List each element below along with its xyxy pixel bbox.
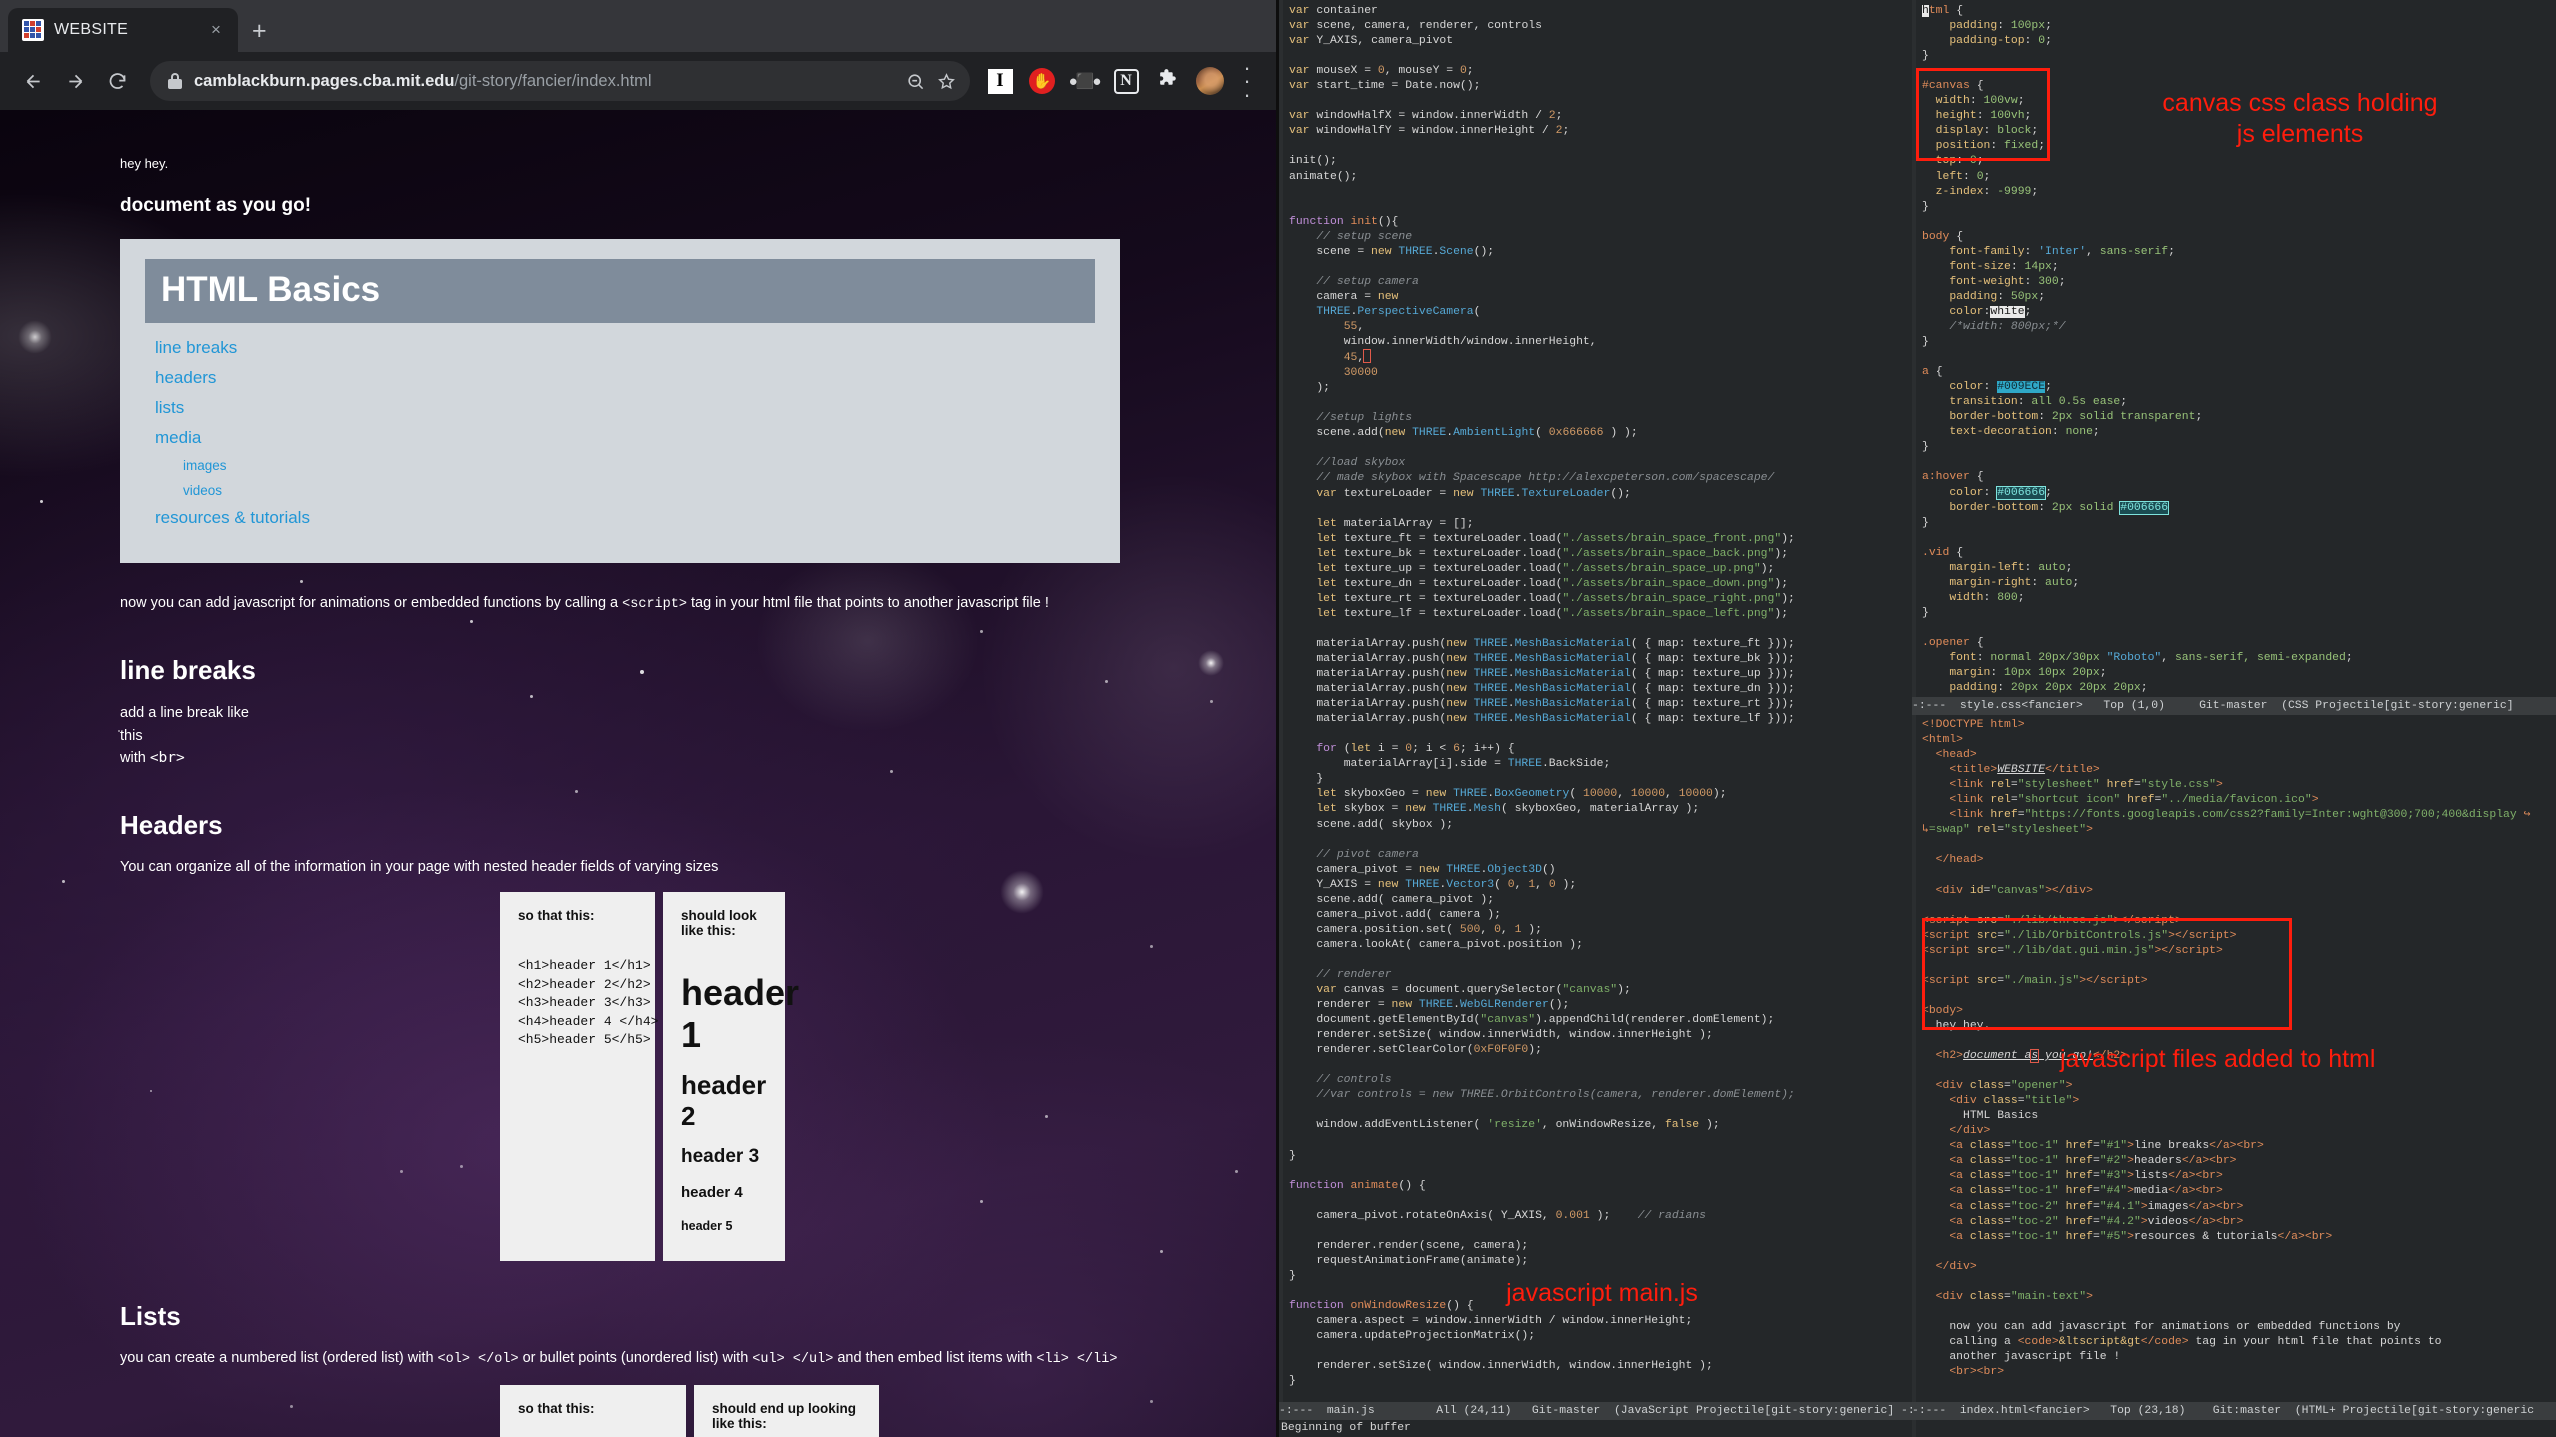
tab-strip: WEBSITE × + — [0, 0, 1276, 52]
star-icon[interactable] — [937, 72, 956, 91]
back-icon[interactable] — [14, 62, 52, 100]
puzzle-glyph — [1156, 66, 1181, 96]
toc-link-images[interactable]: images — [145, 453, 1095, 478]
tab-title: WEBSITE — [54, 21, 194, 39]
stop-hand-glyph: ✋ — [1029, 68, 1055, 94]
url-text: camblackburn.pages.cba.mit.edu/git-story… — [194, 72, 894, 91]
extensions-puzzle-icon[interactable] — [1148, 61, 1188, 101]
notion-glyph: N — [1114, 69, 1139, 94]
url-path: /git-story/fancier/index.html — [454, 72, 651, 90]
lists-body-mid: or bullet points (unordered list) with — [519, 1350, 753, 1366]
browser-toolbar: camblackburn.pages.cba.mit.edu/git-story… — [0, 52, 1276, 110]
lists-example-row: so that this: number list <ol> <li>first… — [500, 1385, 1206, 1437]
minibuffer-mainjs: Beginning of buffer — [1279, 1420, 1912, 1437]
close-icon[interactable]: × — [204, 20, 228, 40]
intro-pre: now you can add javascript for animation… — [120, 595, 622, 611]
instapaper-glyph: I — [988, 69, 1013, 94]
forward-icon[interactable] — [56, 62, 94, 100]
hey-text: hey hey. — [120, 156, 1206, 171]
address-bar[interactable]: camblackburn.pages.cba.mit.edu/git-story… — [150, 61, 970, 101]
lb-line-3-code: <br> — [150, 750, 185, 766]
toc-link-videos[interactable]: videos — [145, 478, 1095, 503]
screen: WEBSITE × + camblackburn.pages.cba.mit.e… — [0, 0, 2556, 1437]
modeline-mainjs: -:--- main.js All (24,11) Git-master (Ja… — [1279, 1402, 1912, 1420]
mainjs-code[interactable]: var container var scene, camera, rendere… — [1279, 4, 1912, 1389]
lists-code-li: <li> </li> — [1036, 1352, 1117, 1367]
heading-headers: Headers — [120, 810, 1206, 841]
annotation-javascript-files: javascript files added to html — [2060, 1044, 2520, 1075]
lists-body: you can create a numbered list (ordered … — [120, 1348, 1206, 1370]
intro-code: <script> — [622, 597, 687, 612]
browser-tab[interactable]: WEBSITE × — [8, 8, 238, 52]
glasses-extension-icon[interactable]: ●⬛● — [1064, 61, 1104, 101]
notion-web-clipper-extension-icon[interactable]: N — [1106, 61, 1146, 101]
lb-line-2: this — [120, 728, 143, 744]
headers-code: <h1>header 1</h1> <h2>header 2</h2> <h3>… — [518, 957, 637, 1049]
table-of-contents-box: HTML Basics line breaks headers lists me… — [120, 239, 1120, 563]
lb-line-3-pre: with — [120, 750, 150, 766]
annotation-javascript-mainjs: javascript main.js — [1437, 1278, 1767, 1309]
rendered-h2: header 2 — [681, 1070, 767, 1132]
url-domain: camblackburn.pages.cba.mit.edu — [194, 72, 454, 90]
headers-render-label: should look like this: — [681, 908, 767, 938]
grid-favicon — [22, 19, 44, 41]
lists-code-ul: <ul> </ul> — [752, 1352, 833, 1367]
toc-link-headers[interactable]: headers — [145, 363, 1095, 393]
rendered-h3: header 3 — [681, 1146, 767, 1168]
lists-body-pre: you can create a numbered list (ordered … — [120, 1350, 438, 1366]
modeline-stylecss: -:--- style.css<fancier> Top (1,0) Git-m… — [1912, 697, 2556, 715]
profile-avatar[interactable] — [1190, 61, 1230, 101]
modeline-indexhtml: -:--- index.html<fancier> Top (23,18) Gi… — [1912, 1402, 2556, 1420]
ublock-stop-extension-icon[interactable]: ✋ — [1022, 61, 1062, 101]
toc-link-line-breaks[interactable]: line breaks — [145, 333, 1095, 363]
new-tab-button[interactable]: + — [252, 19, 267, 44]
headers-example-row: so that this: <h1>header 1</h1> <h2>head… — [500, 892, 1206, 1261]
toc-link-resources[interactable]: resources & tutorials — [145, 503, 1095, 533]
toc-link-lists[interactable]: lists — [145, 393, 1095, 423]
rendered-h4: header 4 — [681, 1184, 767, 1201]
editor-pane-mainjs[interactable]: var container var scene, camera, rendere… — [1276, 0, 1912, 1437]
glasses-glyph: ●⬛● — [1071, 68, 1097, 94]
instapaper-extension-icon[interactable]: I — [980, 61, 1020, 101]
intro-post: tag in your html file that points to ano… — [687, 595, 1049, 611]
page-content: hey hey. document as you go! HTML Basics… — [0, 110, 1276, 1437]
page-title: document as you go! — [120, 195, 1206, 217]
lists-code-box: so that this: number list <ol> <li>first… — [500, 1385, 686, 1437]
intro-paragraph: now you can add javascript for animation… — [120, 593, 1206, 615]
annotation-canvas-css: canvas css class holding js elements — [2080, 88, 2520, 151]
lb-line-1: add a line break like — [120, 705, 249, 721]
emacs-editor: var container var scene, camera, rendere… — [1276, 0, 2556, 1437]
lock-icon — [168, 73, 182, 89]
modeline-stylecss-text: -:--- style.css<fancier> Top (1,0) Git-m… — [1912, 700, 2514, 712]
modeline-indexhtml-text: -:--- index.html<fancier> Top (23,18) Gi… — [1912, 1405, 2534, 1417]
modeline-mainjs-text: -:--- main.js All (24,11) Git-master (Ja… — [1279, 1405, 1912, 1417]
editor-pane-right[interactable]: html { padding: 100px; padding-top: 0; }… — [1912, 0, 2556, 1437]
heading-line-breaks: line breaks — [120, 655, 1206, 686]
headers-code-label: so that this: — [518, 908, 637, 923]
line-breaks-body: add a line break like this with <br> — [120, 702, 1206, 769]
headers-body: You can organize all of the information … — [120, 857, 1206, 879]
toc-title: HTML Basics — [145, 259, 1095, 323]
headers-render-box: should look like this: header 1 header 2… — [663, 892, 785, 1261]
lists-body-mid2: and then embed list items with — [833, 1350, 1036, 1366]
headers-code-box: so that this: <h1>header 1</h1> <h2>head… — [500, 892, 655, 1261]
lists-code-label: so that this: — [518, 1401, 668, 1416]
zoom-out-icon[interactable] — [906, 72, 925, 91]
rendered-h1: header 1 — [681, 972, 767, 1056]
lists-code-ol: <ol> </ol> — [438, 1352, 519, 1367]
reload-icon[interactable] — [98, 62, 136, 100]
lists-render-box: should end up looking like this: number … — [694, 1385, 879, 1437]
browser-window: WEBSITE × + camblackburn.pages.cba.mit.e… — [0, 0, 1276, 1437]
extensions-strip: I ✋ ●⬛● N — [974, 61, 1262, 101]
rendered-h5: header 5 — [681, 1219, 767, 1233]
avatar-image — [1196, 67, 1224, 95]
lists-render-label: should end up looking like this: — [712, 1401, 861, 1431]
page-viewport: hey hey. document as you go! HTML Basics… — [0, 110, 1276, 1437]
heading-lists: Lists — [120, 1301, 1206, 1332]
browser-menu-icon[interactable]: ··· — [1232, 61, 1262, 101]
toc-link-media[interactable]: media — [145, 423, 1095, 453]
